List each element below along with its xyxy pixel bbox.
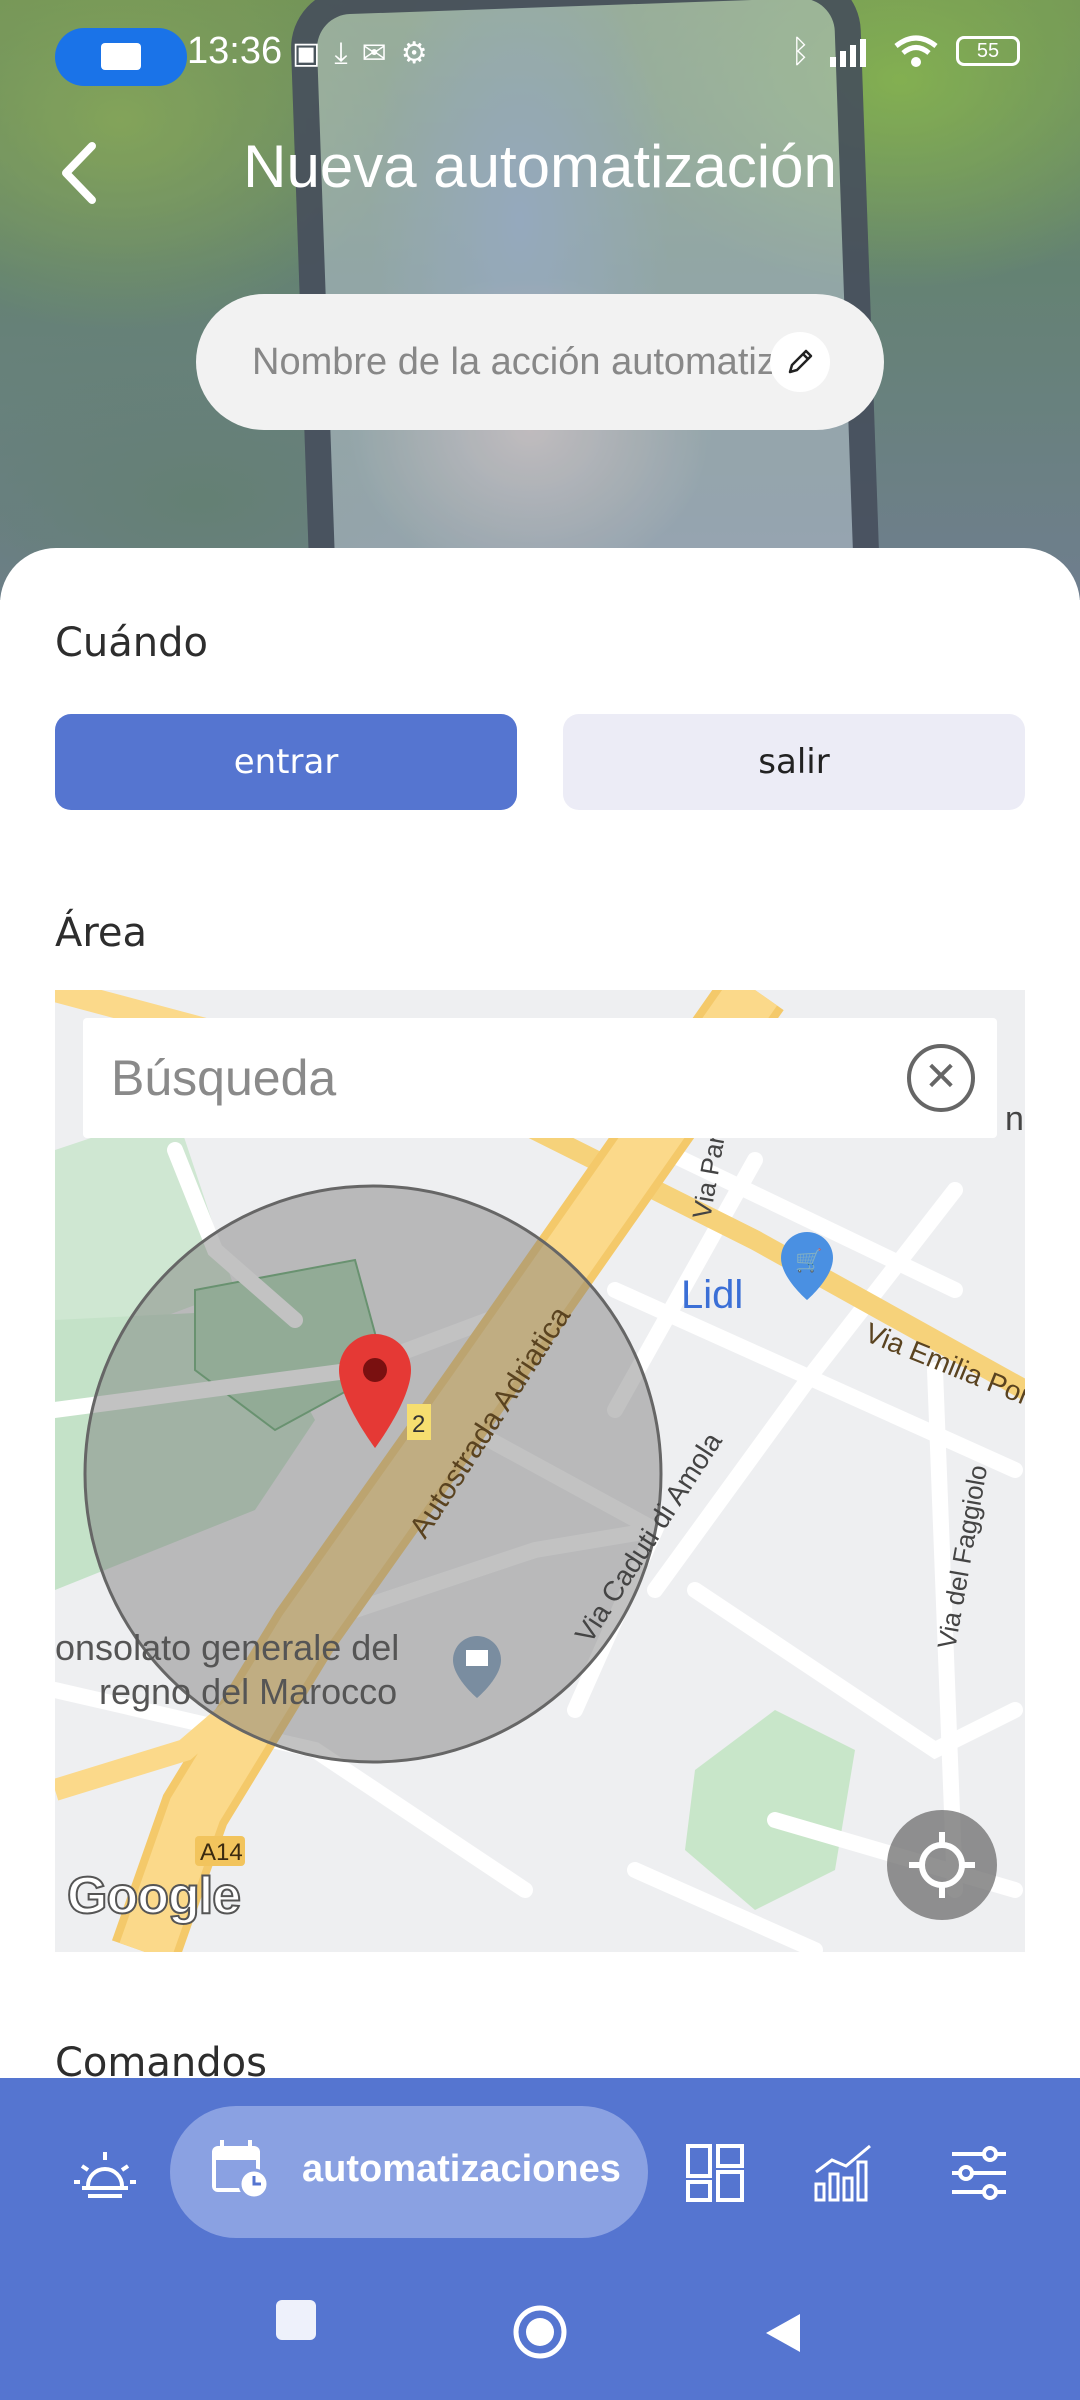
bluetooth-icon: ᛒ <box>790 32 810 70</box>
recent-apps-button[interactable] <box>276 2300 316 2340</box>
settings-icon[interactable] <box>944 2138 1014 2208</box>
download-icon: ⤓ <box>334 36 362 71</box>
highway-badge-label: A14 <box>200 1839 243 1866</box>
battery-indicator: 55 <box>956 36 1020 66</box>
crosshair-icon <box>909 1832 975 1898</box>
mail-icon: ✉ <box>361 36 401 71</box>
scenes-icon[interactable] <box>70 2138 140 2208</box>
google-attribution: Google <box>66 1866 242 1926</box>
map-search-input[interactable] <box>111 1048 871 1108</box>
map-edge-label: ne <box>1005 1100 1025 1138</box>
wifi-icon <box>894 35 938 67</box>
exit-option-button[interactable]: salir <box>563 714 1025 810</box>
notification-icons: ▣⤓✉⚙ <box>292 36 442 71</box>
edit-name-button[interactable] <box>770 332 830 392</box>
automations-icon <box>212 2140 270 2200</box>
nav-automations-label: automatizaciones <box>302 2148 621 2190</box>
status-bar: 13:36 ▣⤓✉⚙ ᛒ 55 <box>0 0 1080 110</box>
signal-icon <box>830 39 866 67</box>
area-label: Área <box>55 910 148 956</box>
my-location-button[interactable] <box>887 1810 997 1920</box>
nfc-icon: ▣ <box>292 36 335 71</box>
screen-record-icon <box>55 28 187 86</box>
back-button[interactable] <box>760 2310 806 2356</box>
pencil-icon <box>788 349 813 374</box>
close-icon: ✕ <box>924 1054 958 1100</box>
page-title: Nueva automatización <box>243 133 837 200</box>
when-label: Cuándo <box>55 620 209 666</box>
lane-badge-label: 2 <box>412 1411 425 1438</box>
area-map[interactable]: Autostrada Adriatica Via Caduti di Amola… <box>55 990 1025 1952</box>
place-label-consulate: onsolato generale del <box>55 1627 399 1668</box>
map-search-bar[interactable]: ✕ <box>83 1018 997 1138</box>
svg-text:🛒: 🛒 <box>795 1248 822 1274</box>
home-button[interactable] <box>512 2304 568 2360</box>
vpn-icon: ⚙ <box>400 36 442 71</box>
automation-name-input[interactable] <box>252 332 772 392</box>
status-time: 13:36 <box>187 30 283 72</box>
automation-name-field[interactable] <box>196 294 884 430</box>
clear-search-button[interactable]: ✕ <box>907 1044 975 1112</box>
place-label-consulate: regno del Marocco <box>99 1671 397 1712</box>
statistics-icon[interactable] <box>810 2138 880 2208</box>
lidl-label: Lidl <box>681 1273 743 1317</box>
park-area <box>685 1710 855 1910</box>
enter-option-button[interactable]: entrar <box>55 714 517 810</box>
dashboard-icon[interactable] <box>680 2138 750 2208</box>
